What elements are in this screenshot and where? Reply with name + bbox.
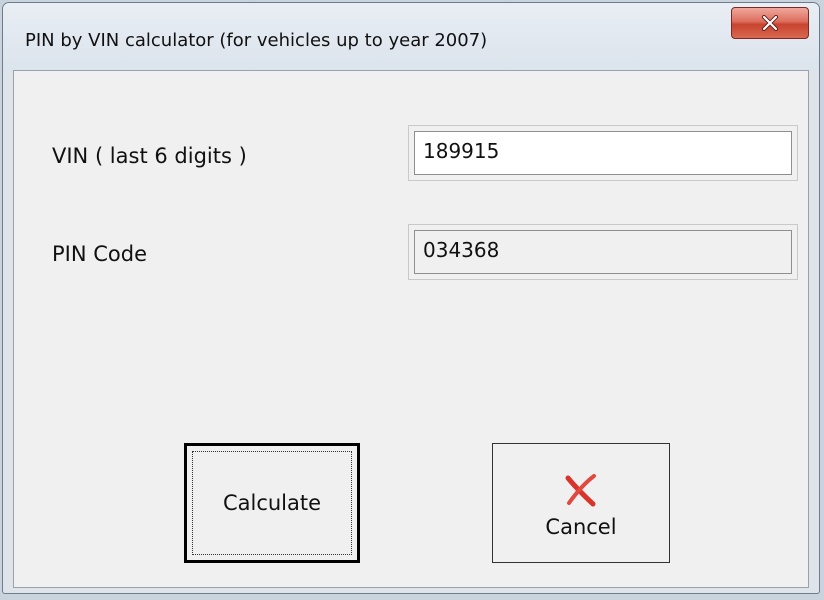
close-button[interactable]	[731, 7, 809, 39]
vin-field-frame: 189915	[408, 125, 798, 181]
dialog-body: VIN ( last 6 digits ) 189915 PIN Code 03…	[13, 70, 809, 588]
calculator-window: PIN by VIN calculator (for vehicles up t…	[2, 2, 820, 594]
calculate-button-focus-rect: Calculate	[192, 451, 352, 555]
pin-field-frame: 034368	[408, 224, 798, 280]
red-x-cancel-icon	[565, 474, 596, 507]
pin-code-label: PIN Code	[52, 242, 148, 266]
pin-code-output: 034368	[414, 230, 792, 274]
vin-label: VIN ( last 6 digits )	[52, 144, 247, 168]
calculate-button[interactable]: Calculate	[184, 443, 360, 563]
cancel-button-label: Cancel	[545, 515, 617, 539]
cancel-button[interactable]: Cancel	[492, 443, 670, 563]
vin-input[interactable]: 189915	[414, 131, 792, 175]
calculate-button-label: Calculate	[222, 491, 322, 515]
window-title: PIN by VIN calculator (for vehicles up t…	[25, 30, 488, 51]
close-x-icon	[762, 15, 778, 31]
title-bar[interactable]: PIN by VIN calculator (for vehicles up t…	[3, 3, 819, 71]
